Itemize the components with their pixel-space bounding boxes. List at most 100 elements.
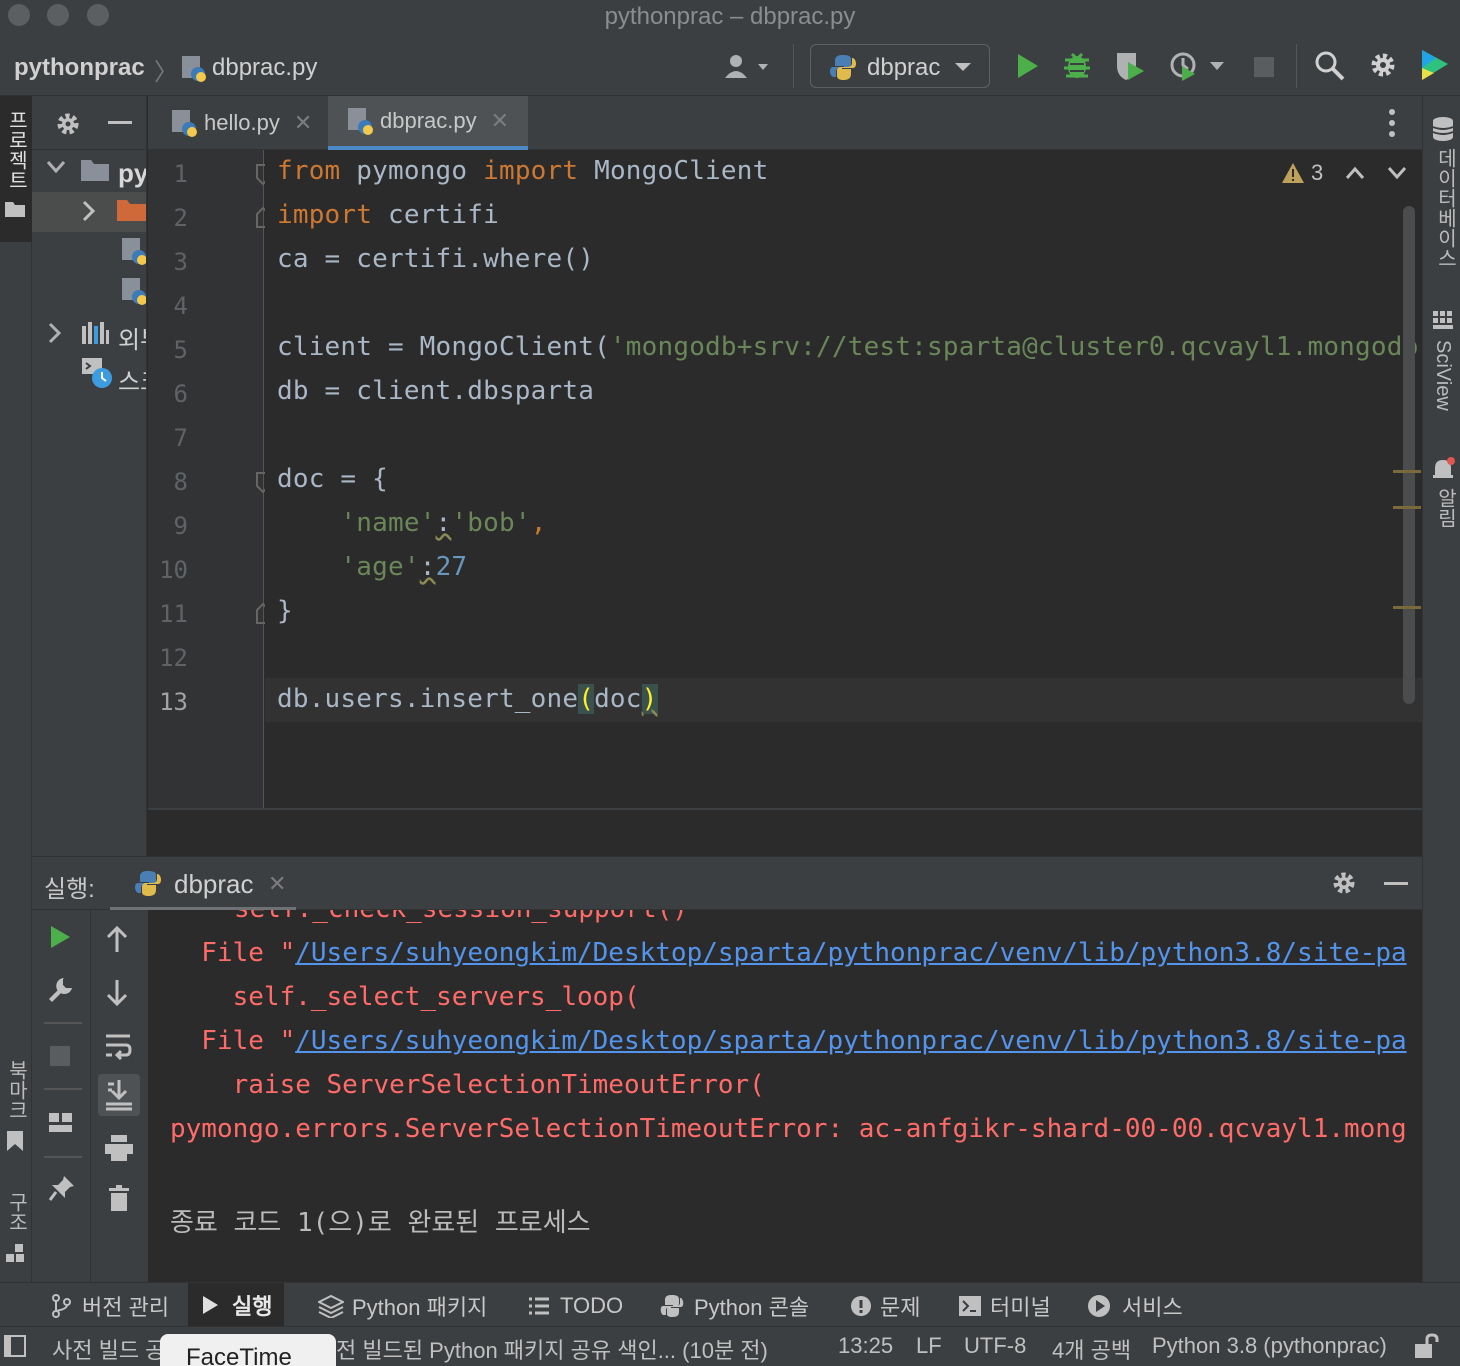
database-tool-label[interactable]: 데이터베이스 (1431, 148, 1460, 268)
tree-root-item[interactable]: py (32, 150, 146, 192)
warning-stripe-marker[interactable] (1393, 470, 1421, 473)
pin-icon[interactable] (48, 1174, 76, 1202)
python-file-icon (180, 54, 206, 82)
hide-panel-icon[interactable] (108, 121, 132, 124)
next-highlight-icon[interactable] (1387, 166, 1407, 180)
rerun-icon[interactable] (48, 924, 72, 950)
caret-position[interactable]: 13:25 (838, 1333, 893, 1359)
tree-external-label: 외부 (118, 327, 146, 354)
tab-terminal[interactable]: 터미널 (958, 1289, 1051, 1323)
tab-dbprac-py[interactable]: dbprac.py ✕ (328, 96, 528, 150)
close-tab-icon[interactable]: ✕ (294, 110, 312, 136)
tab-version-control[interactable]: 버전 관리 (50, 1289, 169, 1323)
code-line-2: import certifi (277, 200, 499, 230)
toggle-tool-windows-icon[interactable] (4, 1335, 26, 1357)
breadcrumb-file[interactable]: dbprac.py (212, 54, 317, 82)
file-link[interactable]: /Users/suhyeongkim/Desktop/sparta/python… (295, 938, 1406, 968)
close-tab-icon[interactable]: ✕ (268, 871, 286, 897)
run-tab-dbprac[interactable]: dbprac ✕ (110, 857, 296, 911)
folder-icon (80, 158, 110, 182)
console-line-raise: raise ServerSelectionTimeoutError( (170, 1070, 765, 1100)
line-separator[interactable]: LF (916, 1333, 942, 1359)
code-line-11: } (277, 596, 293, 626)
run-with-coverage-icon[interactable] (1114, 50, 1146, 82)
bookmark-icon[interactable] (4, 1130, 26, 1152)
vertical-scrollbar[interactable] (1403, 206, 1415, 704)
run-configuration-dropdown[interactable]: dbprac (810, 44, 990, 88)
project-tool-button[interactable]: 프로젝트 (0, 96, 32, 242)
status-message-end[interactable]: 전 빌드된 Python 패키지 공유 색인... (10분 전) (336, 1333, 768, 1365)
tree-scratches[interactable]: 스크 (32, 354, 146, 396)
services-icon (1086, 1293, 1112, 1319)
file-link[interactable]: /Users/suhyeongkim/Desktop/sparta/python… (295, 1026, 1406, 1056)
facetime-label: FaceTime (186, 1344, 292, 1366)
search-icon[interactable] (1314, 50, 1346, 82)
warning-stripe-marker[interactable] (1393, 506, 1421, 509)
settings-gear-icon[interactable] (1368, 50, 1398, 80)
scratches-icon (80, 356, 114, 390)
tab-services[interactable]: 서비스 (1086, 1289, 1183, 1323)
vcs-user-icon[interactable] (722, 52, 774, 82)
warning-stripe-marker[interactable] (1393, 606, 1421, 609)
line-number: 12 (159, 644, 188, 672)
navigation-bar: pythonprac 〉 dbprac.py dbprac (0, 34, 1460, 96)
scroll-up-icon[interactable] (106, 926, 128, 954)
soft-wrap-icon[interactable] (104, 1032, 132, 1060)
tab-label: TODO (560, 1293, 624, 1318)
lock-open-icon[interactable] (1414, 1333, 1440, 1359)
layout-icon[interactable] (48, 1112, 74, 1134)
scroll-down-icon[interactable] (106, 978, 128, 1006)
debug-icon[interactable] (1062, 50, 1092, 82)
sciview-tool-label[interactable]: SciView (1431, 340, 1454, 411)
breadcrumb-project[interactable]: pythonprac (14, 54, 145, 82)
tab-python-packages[interactable]: Python 패키지 (318, 1289, 487, 1323)
notification-bell-icon[interactable] (1431, 456, 1457, 482)
python-file-icon[interactable] (120, 276, 146, 306)
tab-problems[interactable]: 문제 (850, 1289, 920, 1323)
console-line-file-1: File "/Users/suhyeongkim/Desktop/sparta/… (170, 938, 1407, 968)
scroll-to-end-toggle[interactable] (98, 1074, 140, 1116)
trash-icon[interactable] (108, 1184, 130, 1212)
jetbrains-toolbox-icon[interactable] (1418, 48, 1450, 82)
status-message-start[interactable]: 사전 빌드 공 (52, 1333, 165, 1365)
notifications-tool-label[interactable]: 알림 (1431, 488, 1460, 528)
tab-todo[interactable]: TODO (528, 1289, 623, 1323)
hide-panel-icon[interactable] (1384, 882, 1408, 885)
run-icon[interactable] (1014, 52, 1040, 80)
code-editor[interactable]: from pymongo import MongoClient import c… (265, 150, 1422, 808)
tab-python-console[interactable]: Python 콘솔 (660, 1289, 809, 1323)
run-console-output[interactable]: self._check_session_support() File "/Use… (148, 910, 1422, 1282)
stop-icon[interactable] (50, 1046, 70, 1066)
tab-run[interactable]: 실행 (188, 1283, 285, 1327)
structure-icon[interactable] (4, 1242, 26, 1264)
inspection-widget[interactable]: 3 (1281, 160, 1407, 186)
bookmarks-tool-label[interactable]: 북마크 (2, 1060, 31, 1120)
print-icon[interactable] (104, 1134, 134, 1162)
stop-icon[interactable] (1254, 57, 1274, 77)
more-options-icon[interactable] (1388, 108, 1396, 138)
python-file-icon[interactable] (120, 236, 146, 266)
wrench-icon[interactable] (46, 976, 74, 1004)
tab-label: 문제 (880, 1295, 921, 1320)
close-tab-icon[interactable]: ✕ (491, 108, 509, 134)
console-line-select: self._select_servers_loop( (170, 982, 640, 1012)
indent-setting[interactable]: 4개 공백 (1052, 1333, 1131, 1365)
tab-hello-py[interactable]: hello.py ✕ (148, 96, 326, 150)
run-settings-gear-icon[interactable] (1330, 869, 1358, 897)
structure-tool-label[interactable]: 구조 (2, 1192, 31, 1232)
line-number: 10 (159, 556, 188, 584)
database-icon[interactable] (1431, 116, 1455, 142)
run-panel-header: 실행: dbprac ✕ (32, 856, 1422, 911)
python-interpreter[interactable]: Python 3.8 (pythonprac) (1152, 1333, 1387, 1359)
project-settings-gear-icon[interactable] (54, 110, 82, 138)
line-number: 7 (173, 424, 188, 452)
file-encoding[interactable]: UTF-8 (964, 1333, 1026, 1359)
tab-label: 터미널 (990, 1295, 1051, 1320)
tab-label: 실행 (232, 1294, 273, 1319)
tree-venv-item[interactable] (32, 192, 146, 232)
sciview-icon[interactable] (1432, 310, 1454, 330)
previous-highlight-icon[interactable] (1345, 166, 1365, 180)
profile-icon[interactable] (1168, 50, 1230, 82)
tree-external-libraries[interactable]: 외부 (32, 314, 146, 354)
line-number: 11 (159, 600, 188, 628)
